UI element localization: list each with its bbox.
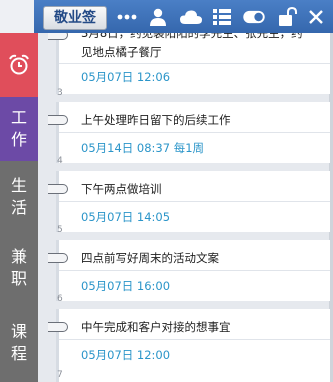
sidebar-item-courses[interactable]: 课 程	[0, 303, 38, 382]
divider	[59, 270, 330, 271]
brand-button[interactable]: 敬业签	[43, 6, 107, 30]
note-title: 四点前写好周末的活动文案	[81, 251, 219, 265]
sidebar-item-label: 生	[10, 175, 27, 195]
note-index: 4	[57, 156, 63, 166]
note-index: 3	[57, 88, 63, 98]
sidebar-item-label: 工	[10, 108, 27, 127]
sidebar-item-work[interactable]: 工 作	[0, 97, 38, 161]
note-title: 上午处理昨日留下的后续工作	[81, 113, 231, 127]
note-index: 7	[57, 370, 63, 380]
list-view-icon[interactable]	[211, 7, 233, 27]
hook-icon	[48, 322, 68, 332]
note-index: 5	[57, 225, 63, 235]
top-toolbar: 敬业签	[0, 0, 333, 33]
hook-icon	[48, 33, 68, 40]
toggle-icon[interactable]	[243, 7, 265, 27]
sidebar-item-alarm[interactable]	[0, 33, 38, 97]
sidebar-item-life[interactable]: 生 活	[0, 161, 38, 232]
note-list[interactable]: 3月8日，约见裴阳阳的李先生、张先生，约 见地点橘子餐厅 05月07日 12:0…	[38, 33, 333, 382]
note-title: 下午两点做培训	[81, 182, 162, 196]
note-time: 05月07日 12:06	[81, 70, 171, 84]
divider	[59, 132, 330, 133]
lock-icon[interactable]	[277, 7, 299, 27]
more-icon[interactable]	[116, 7, 138, 27]
note-title: 见地点橘子餐厅	[81, 45, 162, 59]
user-icon[interactable]	[147, 7, 169, 27]
toolbar-left-blank	[0, 0, 34, 33]
note-index: 6	[57, 294, 63, 304]
sidebar-item-label: 活	[10, 197, 27, 217]
divider	[59, 63, 330, 64]
sidebar-item-parttime[interactable]: 兼 职	[0, 232, 38, 303]
hook-icon	[48, 253, 68, 263]
divider	[59, 339, 330, 340]
list-item[interactable]: 上午处理昨日留下的后续工作 05月14日 08:37 每1周	[56, 102, 330, 163]
cloud-icon[interactable]	[180, 7, 202, 27]
sidebar-item-label: 课	[10, 321, 27, 341]
note-time: 05月07日 14:05	[81, 210, 171, 224]
list-item[interactable]: 中午完成和客户对接的想事宜 05月07日 12:00	[56, 309, 330, 382]
note-time: 05月07日 12:00	[81, 348, 171, 362]
divider	[59, 201, 330, 202]
close-icon[interactable]	[305, 7, 327, 27]
list-item[interactable]: 3月8日，约见裴阳阳的李先生、张先生，约 见地点橘子餐厅 05月07日 12:0…	[56, 33, 330, 94]
sidebar-item-label: 作	[10, 130, 27, 149]
note-time: 05月14日 08:37 每1周	[81, 141, 205, 155]
note-title: 3月8日，约见裴阳阳的李先生、张先生，约	[81, 33, 303, 40]
list-item[interactable]: 下午两点做培训 05月07日 14:05	[56, 171, 330, 232]
list-item[interactable]: 四点前写好周末的活动文案 05月07日 16:00	[56, 240, 330, 301]
hook-icon	[48, 184, 68, 194]
note-title: 中午完成和客户对接的想事宜	[81, 320, 231, 334]
sidebar-item-label: 程	[10, 343, 27, 363]
hook-icon	[48, 115, 68, 125]
sidebar-item-label: 兼	[10, 246, 27, 266]
note-time: 05月07日 16:00	[81, 279, 171, 293]
alarm-clock-icon	[9, 54, 29, 75]
sidebar-item-label: 职	[10, 268, 27, 288]
